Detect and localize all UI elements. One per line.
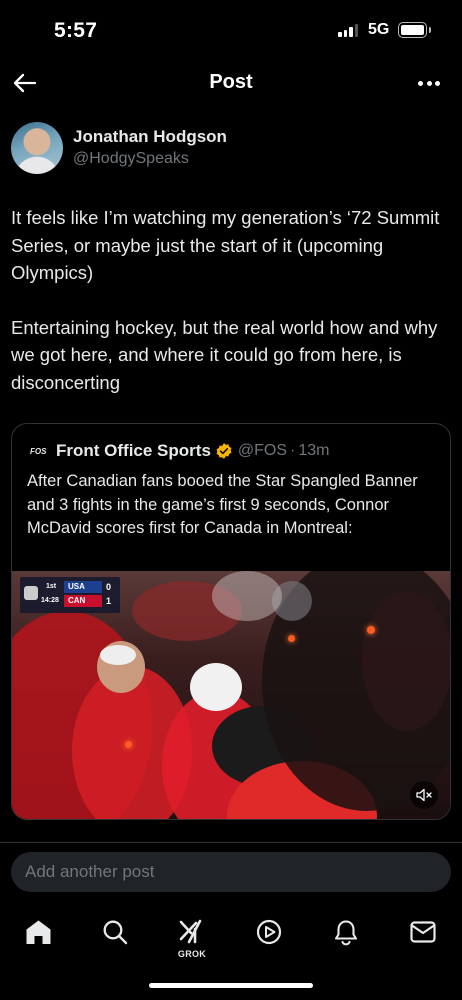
tab-grok-label: GROK bbox=[177, 949, 207, 959]
quoted-post-time: 13m bbox=[298, 442, 330, 459]
signal-icon bbox=[338, 24, 358, 37]
post-paragraph: Entertaining hockey, but the real world … bbox=[11, 316, 438, 393]
quoted-post-text: After Canadian fans booed the Star Spang… bbox=[27, 472, 418, 537]
game-period: 1st bbox=[46, 583, 57, 590]
quoted-author-name[interactable]: Front Office Sports bbox=[56, 441, 211, 461]
tab-messages[interactable] bbox=[405, 914, 441, 950]
more-dot-icon bbox=[426, 80, 432, 86]
league-logo-icon bbox=[24, 586, 38, 600]
separator: · bbox=[290, 442, 296, 459]
tab-home[interactable] bbox=[20, 914, 56, 950]
video-icon bbox=[256, 919, 282, 945]
team-can: CAN bbox=[64, 595, 102, 607]
header: Post bbox=[0, 62, 462, 104]
page-title: Post bbox=[209, 71, 253, 93]
quoted-post[interactable]: FOS Front Office Sports @FOS · 13m After… bbox=[11, 423, 451, 820]
quoted-author-handle: @FOS bbox=[237, 442, 288, 459]
score-usa: 0 bbox=[106, 582, 112, 592]
mute-button[interactable] bbox=[410, 781, 438, 809]
grok-icon bbox=[179, 919, 202, 944]
search-icon bbox=[103, 920, 128, 945]
avatar[interactable] bbox=[11, 122, 63, 174]
muted-speaker-icon bbox=[416, 788, 432, 802]
tab-search[interactable] bbox=[97, 914, 133, 950]
home-icon bbox=[26, 920, 50, 944]
status-bar: 5:57 5G bbox=[0, 0, 462, 62]
post-text: It feels like I’m watching my generation… bbox=[11, 204, 451, 396]
status-time: 5:57 bbox=[54, 19, 98, 42]
quoted-post-header: FOS Front Office Sports @FOS · 13m bbox=[30, 440, 330, 462]
author-handle[interactable]: @HodgySpeaks bbox=[73, 150, 189, 168]
game-clock: 14:28 bbox=[41, 597, 59, 604]
verified-badge-icon bbox=[216, 443, 232, 459]
post-author[interactable]: Jonathan Hodgson @HodgySpeaks bbox=[11, 122, 451, 178]
home-indicator[interactable] bbox=[149, 983, 313, 988]
tab-notifications[interactable] bbox=[328, 914, 364, 950]
author-name[interactable]: Jonathan Hodgson bbox=[73, 127, 227, 147]
quoted-avatar-logo: FOS bbox=[30, 446, 47, 456]
messages-icon bbox=[410, 921, 436, 943]
battery-icon bbox=[398, 22, 431, 38]
tab-video[interactable] bbox=[251, 914, 287, 950]
video-player[interactable]: 1st 14:28 USA 0 CAN 1 bbox=[12, 571, 450, 819]
notifications-icon bbox=[334, 919, 358, 945]
bottom-tab-bar: GROK bbox=[0, 904, 462, 960]
more-options-button[interactable] bbox=[414, 68, 444, 98]
more-dot-icon bbox=[435, 80, 440, 86]
network-type: 5G bbox=[368, 21, 390, 38]
reply-input[interactable] bbox=[11, 852, 451, 892]
tab-grok[interactable]: GROK bbox=[174, 914, 210, 959]
more-dot-icon bbox=[418, 80, 423, 86]
divider bbox=[0, 842, 462, 843]
team-usa: USA bbox=[64, 581, 102, 593]
score-can: 1 bbox=[106, 596, 112, 606]
post-paragraph: It feels like I’m watching my generation… bbox=[11, 207, 440, 283]
scorebug: 1st 14:28 USA 0 CAN 1 bbox=[20, 577, 120, 613]
